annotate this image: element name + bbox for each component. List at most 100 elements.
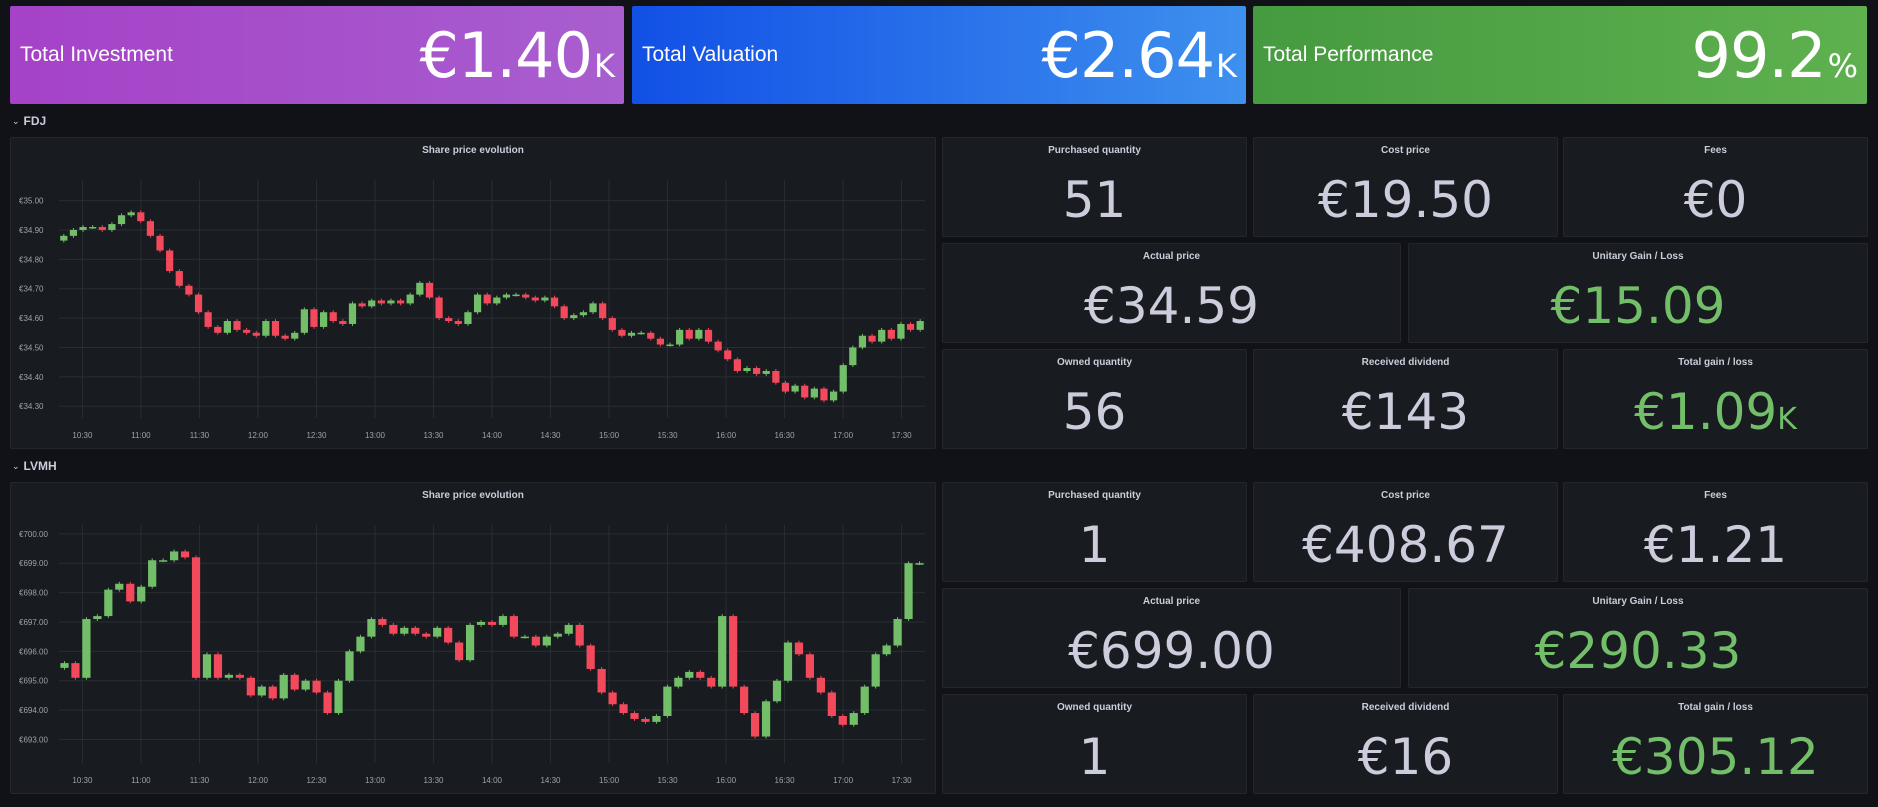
- candle: [185, 285, 193, 295]
- y-tick-label: €34.80: [19, 255, 44, 264]
- lvmh-cost-price-panel[interactable]: Cost price €408.67: [1253, 482, 1558, 582]
- total-performance-panel[interactable]: Total Performance 99.2%: [1253, 6, 1867, 104]
- candle: [820, 388, 828, 401]
- lvmh-actual-price-panel[interactable]: Actual price €699.00: [942, 588, 1401, 688]
- row-header-lvmh[interactable]: ⌄ LVMH: [12, 459, 57, 473]
- candle: [300, 309, 308, 333]
- lvmh-candlestick-chart[interactable]: €700.00 €699.00 €698.00 €697.00 €696.00 €695.…: [11, 483, 935, 793]
- candle: [733, 359, 741, 371]
- candle: [378, 619, 387, 625]
- x-tick-label: 17:00: [833, 431, 854, 440]
- candle: [445, 318, 453, 322]
- candle: [464, 312, 472, 324]
- panel-value: €290.33: [1534, 622, 1742, 680]
- candle: [345, 651, 354, 681]
- fdj-owned-quantity-panel[interactable]: Owned quantity 56: [942, 349, 1247, 449]
- lvmh-unitary-gain-panel[interactable]: Unitary Gain / Loss €290.33: [1408, 588, 1868, 688]
- candle: [829, 391, 838, 401]
- x-tick-label: 14:30: [540, 431, 561, 440]
- candle: [761, 701, 771, 737]
- chevron-down-icon: ⌄: [12, 115, 20, 126]
- candle: [115, 583, 124, 590]
- candle: [224, 674, 234, 678]
- candle: [93, 616, 102, 620]
- y-tick-label: €695.00: [19, 677, 48, 686]
- candle: [252, 332, 260, 336]
- candle: [509, 616, 519, 637]
- candle: [323, 692, 332, 714]
- candle: [627, 332, 636, 336]
- candle: [60, 235, 68, 241]
- candle: [159, 560, 168, 562]
- total-valuation-panel[interactable]: Total Valuation €2.64K: [632, 6, 1246, 104]
- candle: [290, 674, 299, 690]
- candle: [444, 627, 453, 643]
- panel-title: Cost price: [1381, 490, 1430, 501]
- y-tick-label: €34.30: [19, 402, 44, 411]
- candle: [630, 713, 639, 719]
- fdj-chart-panel[interactable]: Share price evolution €35.00 €34.90 €34.80…: [10, 137, 936, 449]
- candle: [204, 312, 212, 327]
- candle: [368, 300, 376, 307]
- lvmh-chart-panel[interactable]: Share price evolution €700.00 €699.00 €698…: [10, 482, 936, 794]
- panel-value: €0: [1683, 171, 1748, 229]
- candle: [465, 624, 475, 661]
- candle: [137, 586, 146, 602]
- lvmh-fees-panel[interactable]: Fees €1.21: [1563, 482, 1868, 582]
- fdj-actual-price-panel[interactable]: Actual price €34.59: [942, 243, 1401, 343]
- candle: [82, 619, 91, 678]
- candle: [400, 627, 409, 634]
- candle: [860, 686, 869, 714]
- candle: [794, 642, 804, 655]
- lvmh-received-dividend-panel[interactable]: Received dividend €16: [1253, 694, 1558, 794]
- row-header-fdj[interactable]: ⌄ FDJ: [12, 114, 46, 128]
- panel-title: Unitary Gain / Loss: [1592, 251, 1684, 262]
- fdj-unitary-gain-panel[interactable]: Unitary Gain / Loss €15.09: [1408, 243, 1868, 343]
- candle: [641, 718, 650, 722]
- candle: [781, 382, 790, 392]
- candle: [137, 212, 145, 222]
- x-tick-label: 13:30: [423, 776, 444, 785]
- total-investment-value: €1.40K: [419, 18, 615, 92]
- candle: [570, 315, 578, 319]
- candle: [564, 624, 573, 634]
- candle: [60, 663, 69, 668]
- panel-value: 51: [1062, 171, 1127, 229]
- panel-value: €34.59: [1084, 277, 1259, 335]
- fdj-total-gain-panel[interactable]: Total gain / loss €1.09 K: [1563, 349, 1868, 449]
- candle: [279, 674, 288, 699]
- candle: [882, 645, 891, 655]
- fdj-fees-panel[interactable]: Fees €0: [1563, 137, 1868, 237]
- candle: [729, 616, 738, 687]
- candle: [169, 551, 179, 561]
- lvmh-owned-quantity-panel[interactable]: Owned quantity 1: [942, 694, 1247, 794]
- candle: [783, 642, 793, 681]
- candle: [520, 636, 529, 639]
- candle: [194, 294, 203, 313]
- fdj-purchased-quantity-panel[interactable]: Purchased quantity 51: [942, 137, 1247, 237]
- candle: [816, 677, 825, 693]
- candle: [743, 368, 751, 371]
- y-tick-label: €34.40: [19, 373, 44, 382]
- candle: [411, 627, 420, 634]
- candle: [839, 365, 847, 392]
- candle: [608, 692, 617, 705]
- candle: [810, 388, 818, 398]
- candle: [838, 715, 847, 725]
- fdj-candlestick-chart[interactable]: €35.00 €34.90 €34.80 €34.70 €34.60 €34.50 €34.…: [11, 138, 935, 448]
- fdj-cost-price-panel[interactable]: Cost price €19.50: [1253, 137, 1558, 237]
- candle: [389, 624, 398, 634]
- candle: [579, 312, 588, 316]
- lvmh-total-gain-panel[interactable]: Total gain / loss €305.12: [1563, 694, 1868, 794]
- candle: [753, 368, 761, 374]
- lvmh-purchased-quantity-panel[interactable]: Purchased quantity 1: [942, 482, 1247, 582]
- y-tick-label: €698.00: [19, 589, 48, 598]
- candle: [878, 329, 886, 342]
- y-tick-label: €34.50: [19, 343, 44, 352]
- candle: [801, 385, 809, 398]
- candle: [243, 329, 251, 333]
- total-investment-panel[interactable]: Total Investment €1.40K: [10, 6, 624, 104]
- fdj-received-dividend-panel[interactable]: Received dividend €143: [1253, 349, 1558, 449]
- panel-title: Total gain / loss: [1678, 357, 1753, 368]
- x-tick-label: 13:00: [365, 776, 386, 785]
